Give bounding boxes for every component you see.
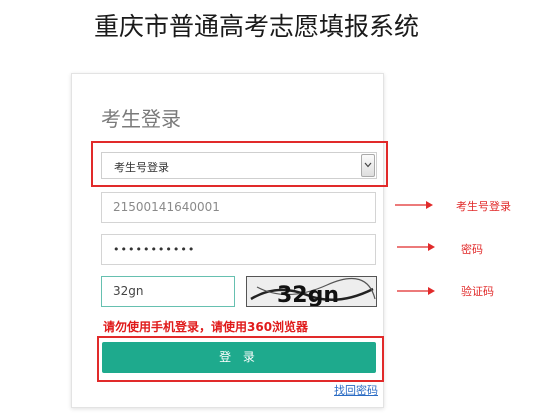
captcha-input[interactable]: 32gn [101,276,235,307]
login-card-title: 考生登录 [101,107,181,131]
captcha-image[interactable]: 32gn [246,276,377,307]
annotation-password: 密码 [461,243,483,256]
system-title: 重庆市普通高考志愿填报系统 [94,12,420,41]
candidate-number-input[interactable]: 21500141640001 [101,192,376,223]
forgot-password-link[interactable]: 找回密码 [334,382,378,398]
captcha-graphic: 32gn [247,277,376,307]
password-input[interactable]: ••••••••••• [101,234,376,265]
annotation-candidate-number: 考生号登录 [456,200,511,213]
page: 重庆市普通高考志愿填报系统 考生登录 考生号登录 21500141640001 … [0,0,554,414]
arrow-right-icon [397,287,435,295]
annotation-captcha: 验证码 [461,285,494,298]
arrow-right-icon [397,243,435,251]
highlight-box-login-type [91,141,388,187]
arrow-right-icon [395,201,433,209]
browser-warning: 请勿使用手机登录，请使用360浏览器 [103,320,309,334]
captcha-text: 32gn [277,283,339,307]
highlight-box-login-button [97,336,384,382]
